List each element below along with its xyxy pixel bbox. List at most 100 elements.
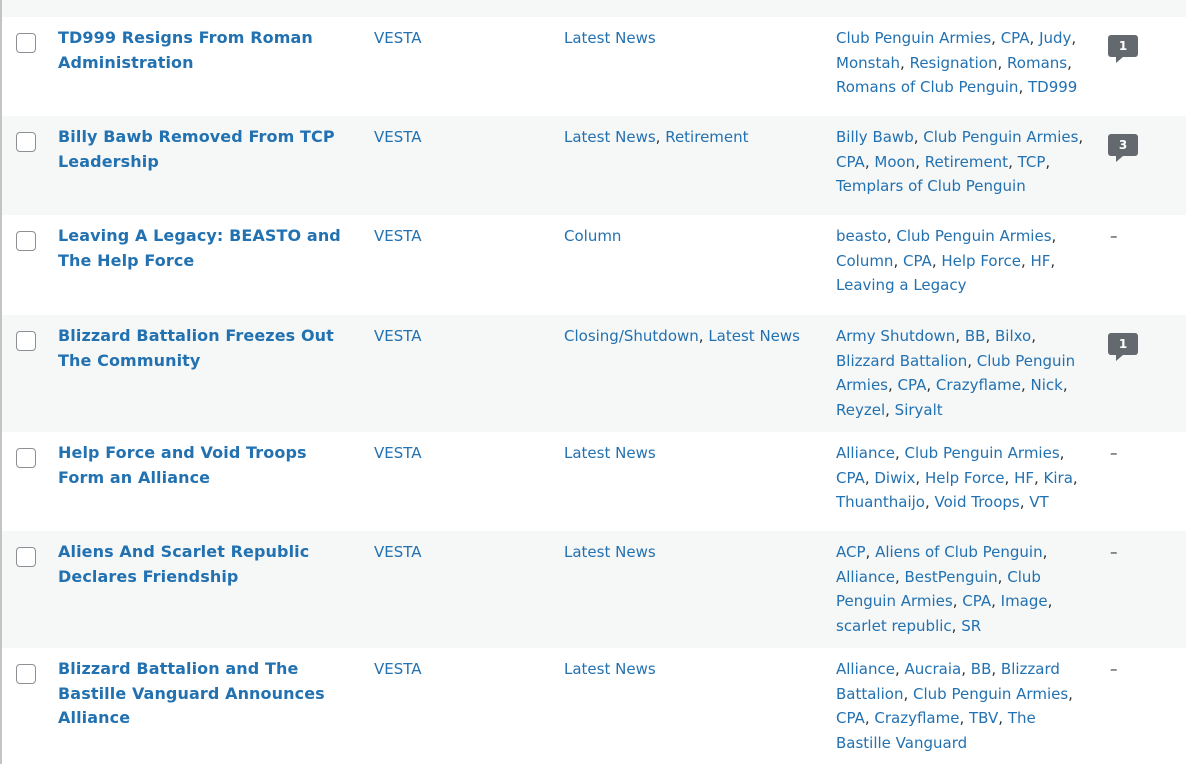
tag-link[interactable]: Alliance: [836, 660, 895, 678]
tag-link[interactable]: HF: [1014, 469, 1034, 487]
post-author-link[interactable]: VESTA: [374, 324, 422, 349]
tag-separator: ,: [1078, 128, 1084, 146]
row-checkbox[interactable]: [16, 132, 36, 152]
tag-link[interactable]: CPA: [962, 592, 991, 610]
tag-link[interactable]: CPA: [836, 153, 865, 171]
tag-link[interactable]: Column: [836, 252, 893, 270]
tag-link[interactable]: Alliance: [836, 568, 895, 586]
tag-link[interactable]: Romans of Club Penguin: [836, 78, 1018, 96]
tag-separator: ,: [1068, 684, 1073, 703]
tag-link[interactable]: CPA: [898, 376, 927, 394]
category-link[interactable]: Latest News: [564, 660, 656, 678]
category-link[interactable]: Latest News: [564, 444, 656, 462]
tag-link[interactable]: Crazyflame: [874, 709, 959, 727]
post-title-link[interactable]: Billy Bawb Removed From TCP Leadership: [58, 125, 358, 174]
post-title-link[interactable]: Blizzard Battalion Freezes Out The Commu…: [58, 324, 358, 373]
post-author-link[interactable]: VESTA: [374, 125, 422, 150]
tag-link[interactable]: HF: [1030, 252, 1050, 270]
post-author-link[interactable]: VESTA: [374, 540, 422, 565]
category-link[interactable]: Latest News: [564, 543, 656, 561]
tag-link[interactable]: TCP: [1018, 153, 1046, 171]
tag-link[interactable]: Leaving a Legacy: [836, 276, 966, 294]
tag-link[interactable]: Bilxo: [995, 327, 1031, 345]
tag-link[interactable]: beasto: [836, 227, 887, 245]
tag-link[interactable]: BB: [971, 660, 992, 678]
tag-link[interactable]: Resignation: [910, 54, 998, 72]
tag-link[interactable]: Billy Bawb: [836, 128, 914, 146]
tag-link[interactable]: Aliens of Club Penguin: [875, 543, 1043, 561]
post-title-link[interactable]: Leaving A Legacy: BEASTO and The Help Fo…: [58, 224, 358, 273]
row-checkbox[interactable]: [16, 448, 36, 468]
tag-link[interactable]: Club Penguin Armies: [836, 29, 991, 47]
tag-link[interactable]: Diwix: [874, 469, 915, 487]
tag-link[interactable]: Alliance: [836, 444, 895, 462]
tag-link[interactable]: Blizzard Battalion: [836, 352, 967, 370]
tag-link[interactable]: BestPenguin: [905, 568, 998, 586]
tag-link[interactable]: Aucraia: [905, 660, 962, 678]
tag-link[interactable]: Club Penguin Armies: [896, 227, 1051, 245]
tag-separator: ,: [885, 400, 895, 419]
tag-link[interactable]: CPA: [1001, 29, 1030, 47]
tag-link[interactable]: Judy: [1039, 29, 1071, 47]
row-checkbox[interactable]: [16, 664, 36, 684]
category-link[interactable]: Latest News: [564, 29, 656, 47]
comment-count-bubble-icon[interactable]: 1: [1108, 35, 1138, 63]
tag-separator: ,: [865, 543, 876, 561]
tag-separator: ,: [961, 660, 971, 678]
tag-separator: ,: [997, 567, 1008, 586]
tag-link[interactable]: Help Force: [925, 469, 1005, 487]
category-link[interactable]: Latest News: [564, 128, 656, 146]
post-author-link[interactable]: VESTA: [374, 441, 422, 466]
post-title-link[interactable]: Aliens And Scarlet Republic Declares Fri…: [58, 540, 358, 589]
row-checkbox[interactable]: [16, 33, 36, 53]
tag-link[interactable]: Crazyflame: [936, 376, 1021, 394]
tag-link[interactable]: Moon: [874, 153, 915, 171]
tag-link[interactable]: Club Penguin Armies: [923, 128, 1078, 146]
no-comments-indicator: –: [1110, 227, 1118, 245]
tag-link[interactable]: Romans: [1007, 54, 1067, 72]
tag-link[interactable]: Thuanthaijo: [836, 493, 925, 511]
tag-link[interactable]: BB: [965, 327, 986, 345]
tag-link[interactable]: Club Penguin Armies: [913, 685, 1068, 703]
tag-link[interactable]: TD999: [1028, 78, 1077, 96]
tag-link[interactable]: CPA: [903, 252, 932, 270]
category-link[interactable]: Column: [564, 227, 621, 245]
comment-count-bubble-icon[interactable]: 1: [1108, 333, 1138, 361]
tag-link[interactable]: Help Force: [941, 252, 1021, 270]
category-link[interactable]: Latest News: [708, 327, 800, 345]
tag-link[interactable]: TBV: [969, 709, 998, 727]
table-row: Blizzard Battalion Freezes Out The Commu…: [2, 315, 1186, 432]
tag-link[interactable]: SR: [961, 617, 981, 635]
tag-link[interactable]: Siryalt: [895, 401, 943, 419]
category-link[interactable]: Closing/Shutdown: [564, 327, 699, 345]
row-checkbox[interactable]: [16, 331, 36, 351]
tag-link[interactable]: Void Troops: [935, 493, 1020, 511]
post-author-link[interactable]: VESTA: [374, 26, 422, 51]
table-row: Billy Bawb Removed From TCP Leadership VE…: [2, 116, 1186, 215]
tag-link[interactable]: Kira: [1044, 469, 1073, 487]
tag-link[interactable]: Retirement: [925, 153, 1008, 171]
post-title-link[interactable]: Help Force and Void Troops Form an Allia…: [58, 441, 358, 490]
comment-count-bubble-icon[interactable]: 3: [1108, 134, 1138, 162]
post-title-link[interactable]: Blizzard Battalion and The Bastille Vang…: [58, 657, 358, 731]
no-comments-indicator: –: [1110, 543, 1118, 561]
tag-link[interactable]: Nick: [1031, 376, 1063, 394]
post-title-link[interactable]: TD999 Resigns From Roman Administration: [58, 26, 358, 75]
tag-link[interactable]: Army Shutdown: [836, 327, 955, 345]
post-author-link[interactable]: VESTA: [374, 657, 422, 682]
tag-link[interactable]: Club Penguin Armies: [905, 444, 1060, 462]
tag-link[interactable]: Image: [1001, 592, 1048, 610]
post-author-link[interactable]: VESTA: [374, 224, 422, 249]
tag-link[interactable]: Templars of Club Penguin: [836, 177, 1026, 195]
tag-link[interactable]: CPA: [836, 469, 865, 487]
post-tags: beasto, Club Penguin Armies, Column, CPA…: [836, 224, 1086, 298]
row-checkbox[interactable]: [16, 231, 36, 251]
tag-link[interactable]: Monstah: [836, 54, 900, 72]
tag-link[interactable]: VT: [1029, 493, 1048, 511]
tag-link[interactable]: CPA: [836, 709, 865, 727]
tag-link[interactable]: scarlet republic: [836, 617, 952, 635]
tag-link[interactable]: ACP: [836, 543, 866, 561]
row-checkbox[interactable]: [16, 547, 36, 567]
category-link[interactable]: Retirement: [665, 128, 748, 146]
tag-link[interactable]: Reyzel: [836, 401, 885, 419]
